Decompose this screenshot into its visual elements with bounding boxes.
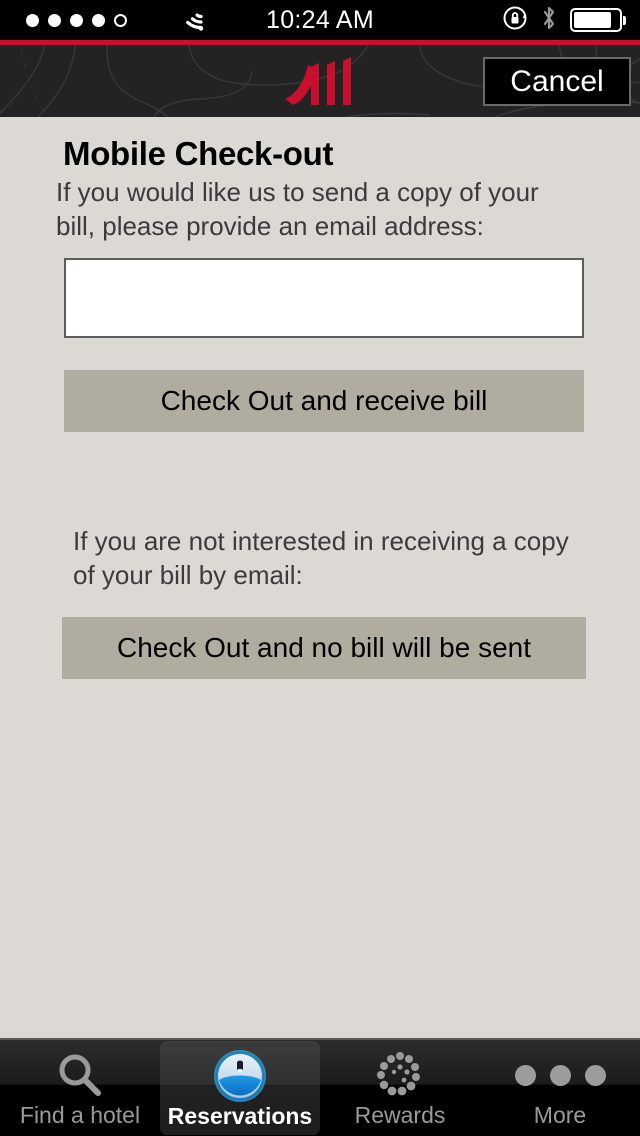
tab-label: Reservations (167, 1103, 313, 1129)
main-content: Mobile Check-out If you would like us to… (0, 117, 640, 1038)
search-icon (0, 1048, 160, 1102)
tab-reservations[interactable]: Reservations (160, 1041, 320, 1135)
rewards-spiral-icon (320, 1048, 480, 1102)
status-bar: 10:24 AM (0, 0, 640, 40)
intro-instruction-text: If you would like us to send a copy of y… (56, 177, 539, 241)
tab-label: More (533, 1102, 587, 1128)
battery-icon (570, 8, 626, 32)
tab-label: Find a hotel (19, 1102, 141, 1128)
checkout-no-bill-button[interactable]: Check Out and no bill will be sent (62, 617, 586, 679)
more-dots-icon (480, 1048, 640, 1102)
reservation-badge-icon (160, 1049, 320, 1103)
bottom-tab-bar: Find a hotel Reservations Rewards More (0, 1038, 640, 1136)
page-title: Mobile Check-out (63, 135, 334, 172)
tab-find-a-hotel[interactable]: Find a hotel (0, 1040, 160, 1136)
tab-more[interactable]: More (480, 1040, 640, 1136)
checkout-receive-bill-button[interactable]: Check Out and receive bill (64, 370, 584, 432)
secondary-instruction-text: If you are not interested in receiving a… (73, 526, 569, 590)
email-input[interactable] (64, 258, 584, 338)
rotation-lock-icon (502, 5, 528, 36)
app-header: Cancel (0, 45, 640, 117)
cancel-button[interactable]: Cancel (483, 57, 631, 106)
bluetooth-icon (541, 5, 557, 36)
tab-rewards[interactable]: Rewards (320, 1040, 480, 1136)
app-screen: 10:24 AM Cancel Mobile Check-out If you … (0, 0, 640, 1136)
tab-label: Rewards (354, 1102, 446, 1128)
